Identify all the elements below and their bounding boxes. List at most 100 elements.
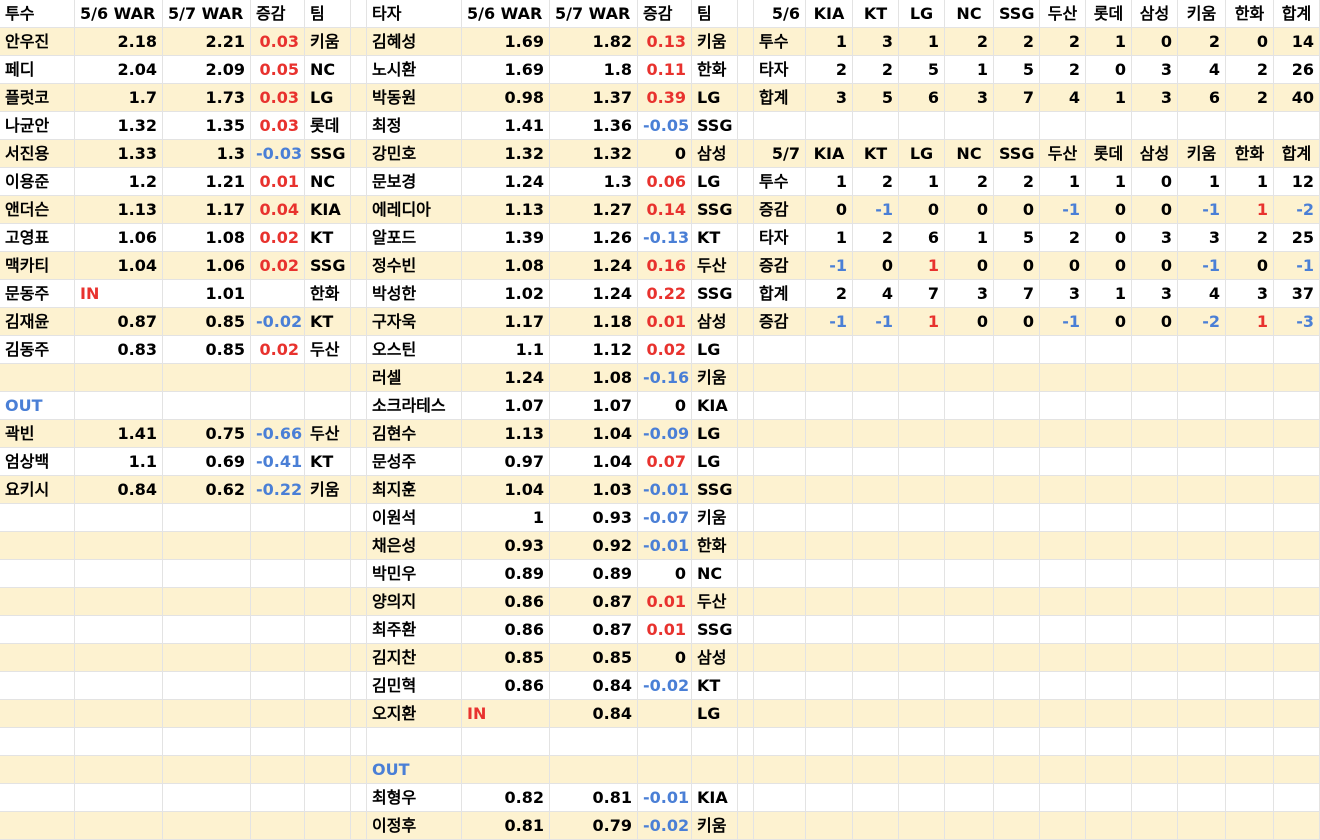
- sheet-cell[interactable]: 1.32: [462, 140, 550, 168]
- sheet-cell[interactable]: 0.93: [462, 532, 550, 560]
- sheet-cell[interactable]: 1: [462, 504, 550, 532]
- sheet-cell[interactable]: [1178, 784, 1226, 812]
- sheet-cell[interactable]: 2: [806, 56, 853, 84]
- sheet-cell[interactable]: 0: [638, 392, 692, 420]
- sheet-cell[interactable]: 1.17: [462, 308, 550, 336]
- sheet-cell[interactable]: [462, 756, 550, 784]
- sheet-cell[interactable]: 2.21: [163, 28, 251, 56]
- sheet-cell[interactable]: 두산: [305, 336, 351, 364]
- sheet-cell[interactable]: 노시환: [367, 56, 462, 84]
- sheet-cell[interactable]: 0.87: [75, 308, 163, 336]
- sheet-cell[interactable]: 한화: [1226, 140, 1274, 168]
- sheet-cell[interactable]: 2: [853, 224, 899, 252]
- sheet-cell[interactable]: 1: [806, 168, 853, 196]
- sheet-cell[interactable]: [853, 112, 899, 140]
- sheet-cell[interactable]: [806, 728, 853, 756]
- sheet-cell[interactable]: [738, 84, 754, 112]
- sheet-cell[interactable]: 한화: [1226, 0, 1274, 28]
- sheet-cell[interactable]: [754, 392, 806, 420]
- sheet-cell[interactable]: [0, 644, 75, 672]
- sheet-cell[interactable]: 삼성: [692, 644, 738, 672]
- sheet-cell[interactable]: [1226, 476, 1274, 504]
- sheet-cell[interactable]: [251, 560, 305, 588]
- sheet-cell[interactable]: SSG: [305, 252, 351, 280]
- sheet-cell[interactable]: 1.12: [550, 336, 638, 364]
- sheet-cell[interactable]: [1086, 364, 1132, 392]
- sheet-cell[interactable]: 0: [994, 252, 1040, 280]
- sheet-cell[interactable]: [1040, 392, 1086, 420]
- sheet-cell[interactable]: [853, 336, 899, 364]
- sheet-cell[interactable]: LG: [692, 700, 738, 728]
- sheet-cell[interactable]: [351, 616, 367, 644]
- sheet-cell[interactable]: 고영표: [0, 224, 75, 252]
- sheet-cell[interactable]: [853, 700, 899, 728]
- sheet-cell[interactable]: 3: [945, 84, 994, 112]
- sheet-cell[interactable]: [994, 728, 1040, 756]
- sheet-cell[interactable]: 0.85: [550, 644, 638, 672]
- sheet-cell[interactable]: [1086, 420, 1132, 448]
- sheet-cell[interactable]: 팀: [692, 0, 738, 28]
- sheet-cell[interactable]: [738, 672, 754, 700]
- sheet-cell[interactable]: -1: [1178, 196, 1226, 224]
- sheet-cell[interactable]: 1: [1178, 168, 1226, 196]
- sheet-cell[interactable]: 0.13: [638, 28, 692, 56]
- sheet-cell[interactable]: 최형우: [367, 784, 462, 812]
- sheet-cell[interactable]: [1086, 532, 1132, 560]
- sheet-cell[interactable]: [738, 112, 754, 140]
- sheet-cell[interactable]: [806, 476, 853, 504]
- sheet-cell[interactable]: 6: [899, 224, 945, 252]
- sheet-cell[interactable]: 0: [1132, 168, 1178, 196]
- sheet-cell[interactable]: 25: [1274, 224, 1320, 252]
- sheet-cell[interactable]: [692, 756, 738, 784]
- sheet-cell[interactable]: [305, 616, 351, 644]
- sheet-cell[interactable]: 1.24: [550, 280, 638, 308]
- sheet-cell[interactable]: 0.84: [550, 700, 638, 728]
- sheet-cell[interactable]: [163, 364, 251, 392]
- sheet-cell[interactable]: 2: [853, 56, 899, 84]
- sheet-cell[interactable]: [1132, 532, 1178, 560]
- sheet-cell[interactable]: 1.36: [550, 112, 638, 140]
- sheet-cell[interactable]: 김지찬: [367, 644, 462, 672]
- sheet-cell[interactable]: 3: [1132, 280, 1178, 308]
- sheet-cell[interactable]: 두산: [692, 252, 738, 280]
- sheet-cell[interactable]: -0.02: [638, 672, 692, 700]
- sheet-cell[interactable]: NC: [945, 140, 994, 168]
- sheet-cell[interactable]: 0.86: [462, 672, 550, 700]
- sheet-cell[interactable]: 롯데: [1086, 0, 1132, 28]
- sheet-cell[interactable]: [1040, 532, 1086, 560]
- sheet-cell[interactable]: [305, 728, 351, 756]
- sheet-cell[interactable]: 1.37: [550, 84, 638, 112]
- sheet-cell[interactable]: [75, 392, 163, 420]
- sheet-cell[interactable]: [853, 504, 899, 532]
- sheet-cell[interactable]: 1.1: [75, 448, 163, 476]
- sheet-cell[interactable]: [738, 504, 754, 532]
- sheet-cell[interactable]: 2: [994, 168, 1040, 196]
- sheet-cell[interactable]: 1: [806, 28, 853, 56]
- sheet-cell[interactable]: [1274, 420, 1320, 448]
- sheet-cell[interactable]: [1132, 420, 1178, 448]
- sheet-cell[interactable]: [945, 700, 994, 728]
- sheet-cell[interactable]: [806, 756, 853, 784]
- sheet-cell[interactable]: 요키시: [0, 476, 75, 504]
- sheet-cell[interactable]: [994, 812, 1040, 840]
- sheet-cell[interactable]: [899, 616, 945, 644]
- sheet-cell[interactable]: [1040, 448, 1086, 476]
- sheet-cell[interactable]: -0.02: [251, 308, 305, 336]
- sheet-cell[interactable]: 7: [994, 84, 1040, 112]
- sheet-cell[interactable]: [351, 308, 367, 336]
- sheet-cell[interactable]: 증감: [754, 308, 806, 336]
- sheet-cell[interactable]: [945, 476, 994, 504]
- sheet-cell[interactable]: 5/7 WAR: [163, 0, 251, 28]
- sheet-cell[interactable]: 1.27: [550, 196, 638, 224]
- sheet-cell[interactable]: [0, 560, 75, 588]
- sheet-cell[interactable]: [1178, 364, 1226, 392]
- sheet-cell[interactable]: [1274, 476, 1320, 504]
- sheet-cell[interactable]: [754, 644, 806, 672]
- sheet-cell[interactable]: 알포드: [367, 224, 462, 252]
- sheet-cell[interactable]: 0.14: [638, 196, 692, 224]
- sheet-cell[interactable]: [163, 672, 251, 700]
- sheet-cell[interactable]: 서진용: [0, 140, 75, 168]
- sheet-cell[interactable]: [1040, 784, 1086, 812]
- sheet-cell[interactable]: 0.05: [251, 56, 305, 84]
- sheet-cell[interactable]: [899, 812, 945, 840]
